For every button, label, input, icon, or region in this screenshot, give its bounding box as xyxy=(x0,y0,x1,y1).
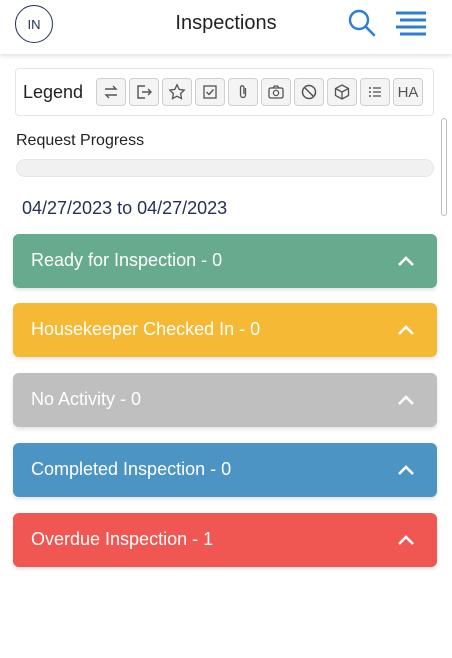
section-label: Completed Inspection - 0 xyxy=(31,459,232,479)
page-title: Inspections xyxy=(175,12,277,34)
chevron-up-icon[interactable] xyxy=(397,391,415,409)
exit-icon[interactable] xyxy=(129,78,159,106)
scrollbar[interactable] xyxy=(441,118,447,216)
checkbox-icon[interactable] xyxy=(195,78,225,106)
hamburger-menu-icon xyxy=(396,11,426,36)
section-overdue-inspection[interactable]: Overdue Inspection - 1 xyxy=(13,513,437,567)
section-no-activity[interactable]: No Activity - 0 xyxy=(13,373,437,427)
chevron-up-icon[interactable] xyxy=(397,252,415,270)
chevron-up-icon[interactable] xyxy=(397,531,415,549)
chevron-up-icon[interactable] xyxy=(397,461,415,479)
search-button[interactable] xyxy=(347,8,377,38)
section-label: Ready for Inspection - 0 xyxy=(31,250,223,270)
request-progress-bar xyxy=(16,159,434,177)
section-housekeeper-checked-in[interactable]: Housekeeper Checked In - 0 xyxy=(13,303,437,357)
ha-icon-text: HA xyxy=(397,83,419,101)
date-range[interactable]: 04/27/2023 to 04/27/2023 xyxy=(22,198,227,219)
legend-label: Legend xyxy=(23,82,84,102)
app-header: IN Inspections xyxy=(0,0,452,54)
swap-icon[interactable] xyxy=(96,78,126,106)
legend-bar: Legend HA xyxy=(15,68,434,116)
legend-icons: HA xyxy=(96,78,423,106)
section-label: Overdue Inspection - 1 xyxy=(31,529,214,549)
section-ready-for-inspection[interactable]: Ready for Inspection - 0 xyxy=(13,234,437,288)
menu-button[interactable] xyxy=(394,10,428,36)
block-icon[interactable] xyxy=(294,78,324,106)
paperclip-icon[interactable] xyxy=(228,78,258,106)
camera-icon[interactable] xyxy=(261,78,291,106)
ha-text-icon[interactable]: HA xyxy=(393,78,423,106)
section-label: No Activity - 0 xyxy=(31,389,142,409)
box-icon[interactable] xyxy=(327,78,357,106)
section-label: Housekeeper Checked In - 0 xyxy=(31,319,261,339)
star-icon[interactable] xyxy=(162,78,192,106)
section-completed-inspection[interactable]: Completed Inspection - 0 xyxy=(13,443,437,497)
request-progress-label: Request Progress xyxy=(16,132,145,149)
list-icon[interactable] xyxy=(360,78,390,106)
search-icon xyxy=(348,9,376,37)
chevron-up-icon[interactable] xyxy=(397,321,415,339)
